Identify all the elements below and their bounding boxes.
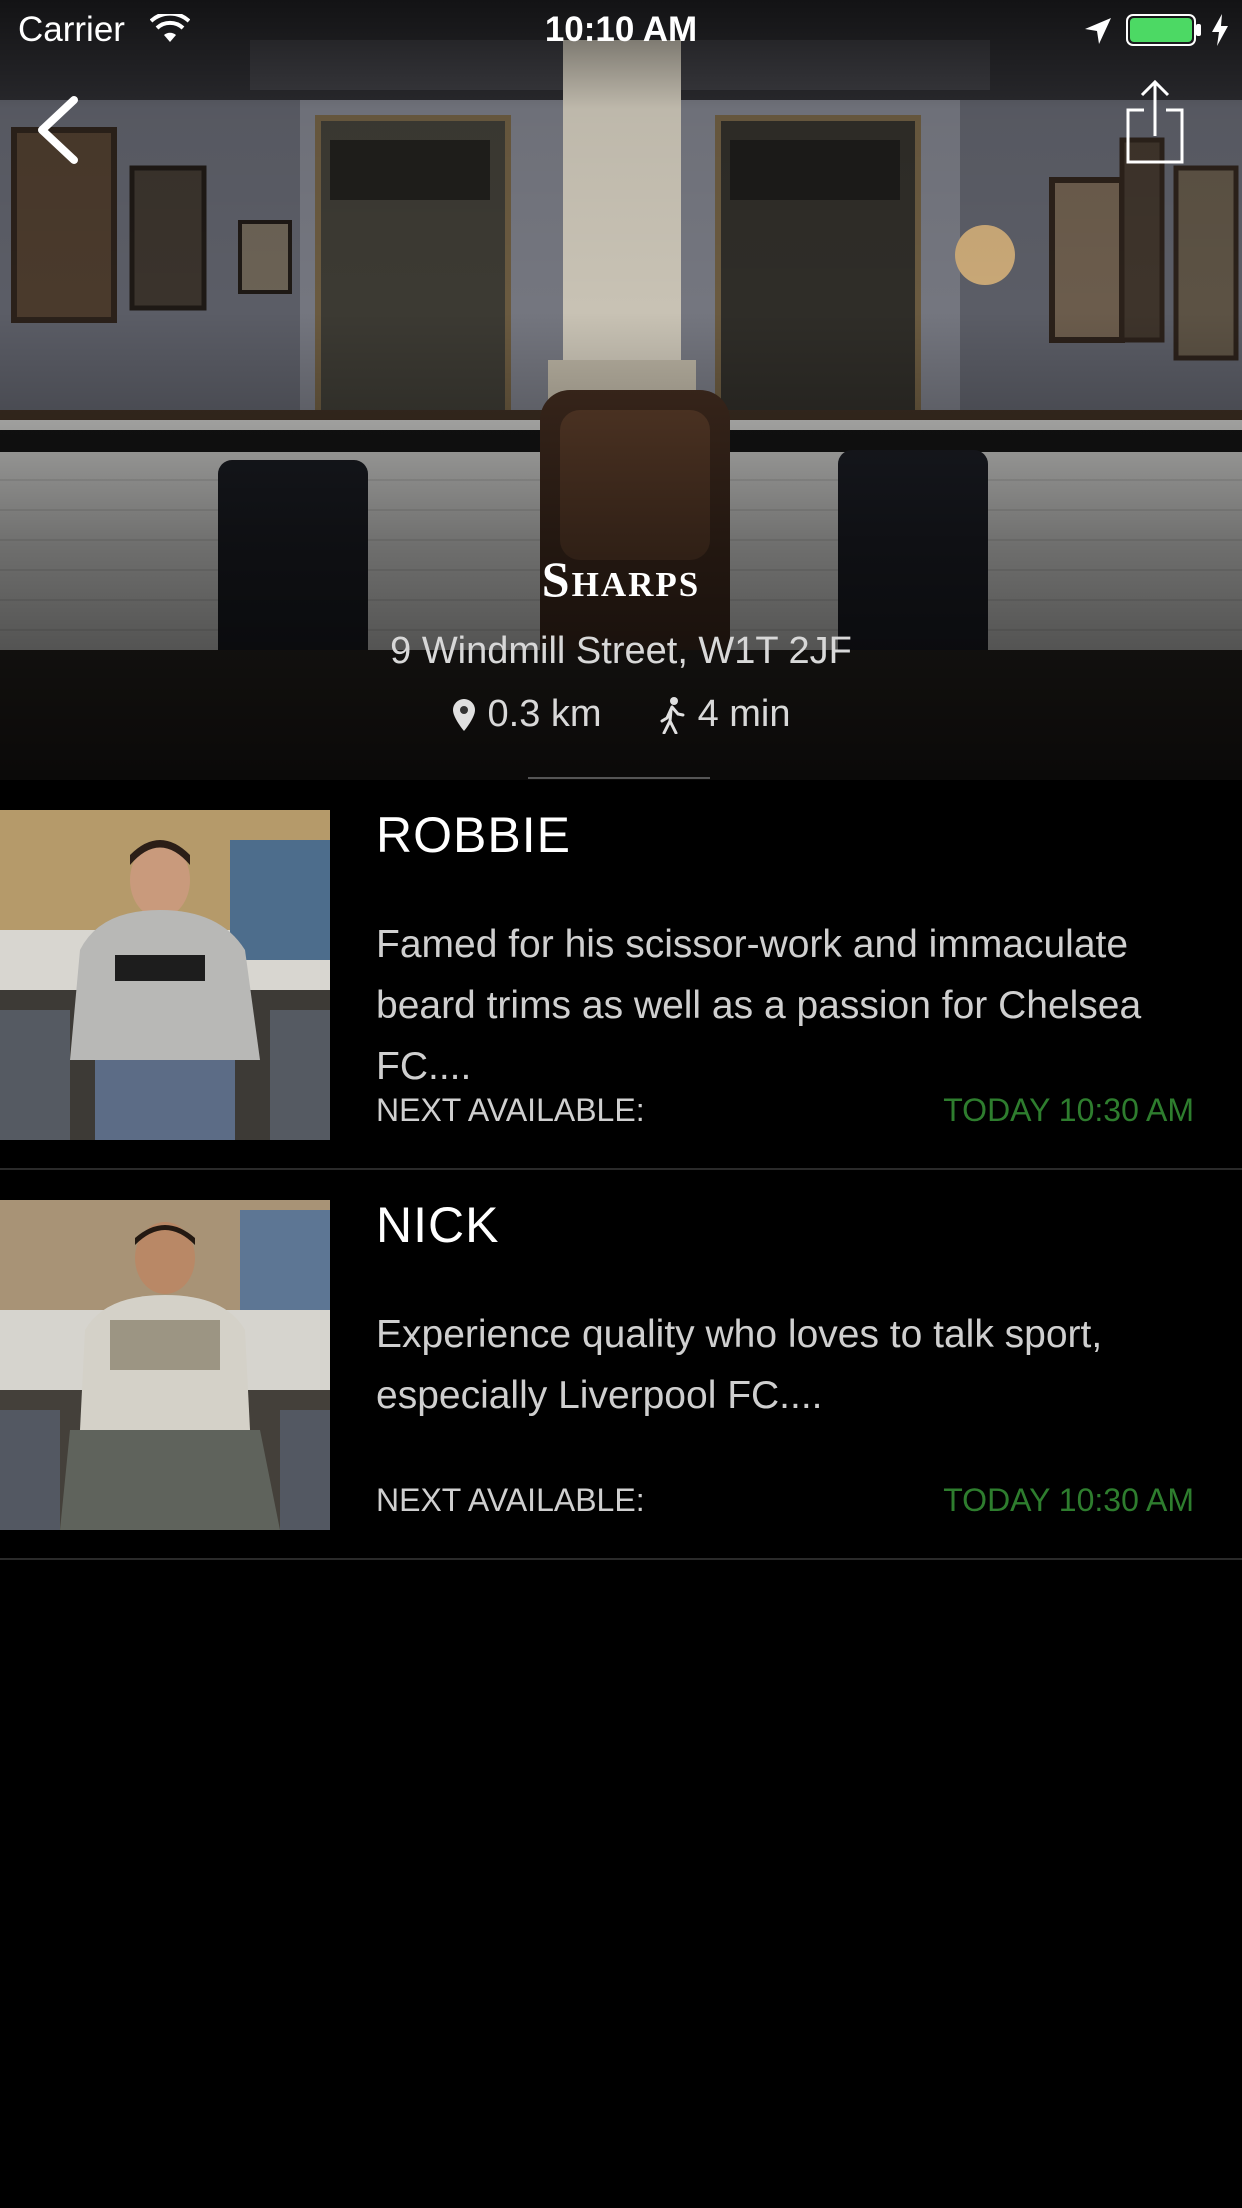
hero-divider bbox=[528, 777, 710, 779]
shop-name: Sharps bbox=[541, 551, 701, 607]
shop-info: Sharps 9 Windmill Street, W1T 2JF 0.3 km… bbox=[0, 550, 1242, 736]
walking-person-icon bbox=[660, 696, 685, 734]
walk-time-item: 4 min bbox=[658, 693, 791, 736]
share-button[interactable] bbox=[1120, 78, 1190, 168]
barber-description: Famed for his scissor-work and immaculat… bbox=[376, 923, 1142, 1088]
barber-name: NICK bbox=[376, 1197, 500, 1253]
back-button[interactable] bbox=[30, 90, 90, 170]
distance-item: 0.3 km bbox=[452, 693, 602, 736]
charging-bolt-icon bbox=[1212, 14, 1228, 46]
walk-time-value: 4 min bbox=[697, 693, 791, 735]
barber-row[interactable]: NICK Experience quality who loves to tal… bbox=[0, 1170, 1242, 1560]
status-bar: Carrier 10:10 AM bbox=[0, 0, 1242, 60]
location-arrow-icon bbox=[1085, 18, 1111, 44]
barber-description: Experience quality who loves to talk spo… bbox=[376, 1313, 1103, 1417]
share-icon bbox=[1126, 79, 1184, 164]
map-pin-icon bbox=[452, 698, 475, 731]
barber-photo bbox=[0, 810, 330, 1140]
next-available-label: NEXT AVAILABLE: bbox=[376, 1092, 645, 1128]
shop-meta: 0.3 km 4 min bbox=[0, 693, 1242, 736]
barber-row[interactable]: ROBBIE Famed for his scissor-work and im… bbox=[0, 780, 1242, 1170]
next-available-time[interactable]: TODAY 10:30 AM bbox=[943, 1482, 1194, 1519]
chevron-left-icon bbox=[38, 96, 78, 164]
status-time: 10:10 AM bbox=[544, 10, 698, 49]
barber-photo bbox=[0, 1200, 330, 1530]
battery-icon bbox=[1126, 14, 1201, 46]
shop-address: 9 Windmill Street, W1T 2JF bbox=[390, 630, 852, 672]
next-available-label: NEXT AVAILABLE: bbox=[376, 1482, 645, 1518]
barber-name: ROBBIE bbox=[376, 807, 571, 863]
next-available-time[interactable]: TODAY 10:30 AM bbox=[943, 1092, 1194, 1129]
distance-value: 0.3 km bbox=[487, 693, 602, 735]
